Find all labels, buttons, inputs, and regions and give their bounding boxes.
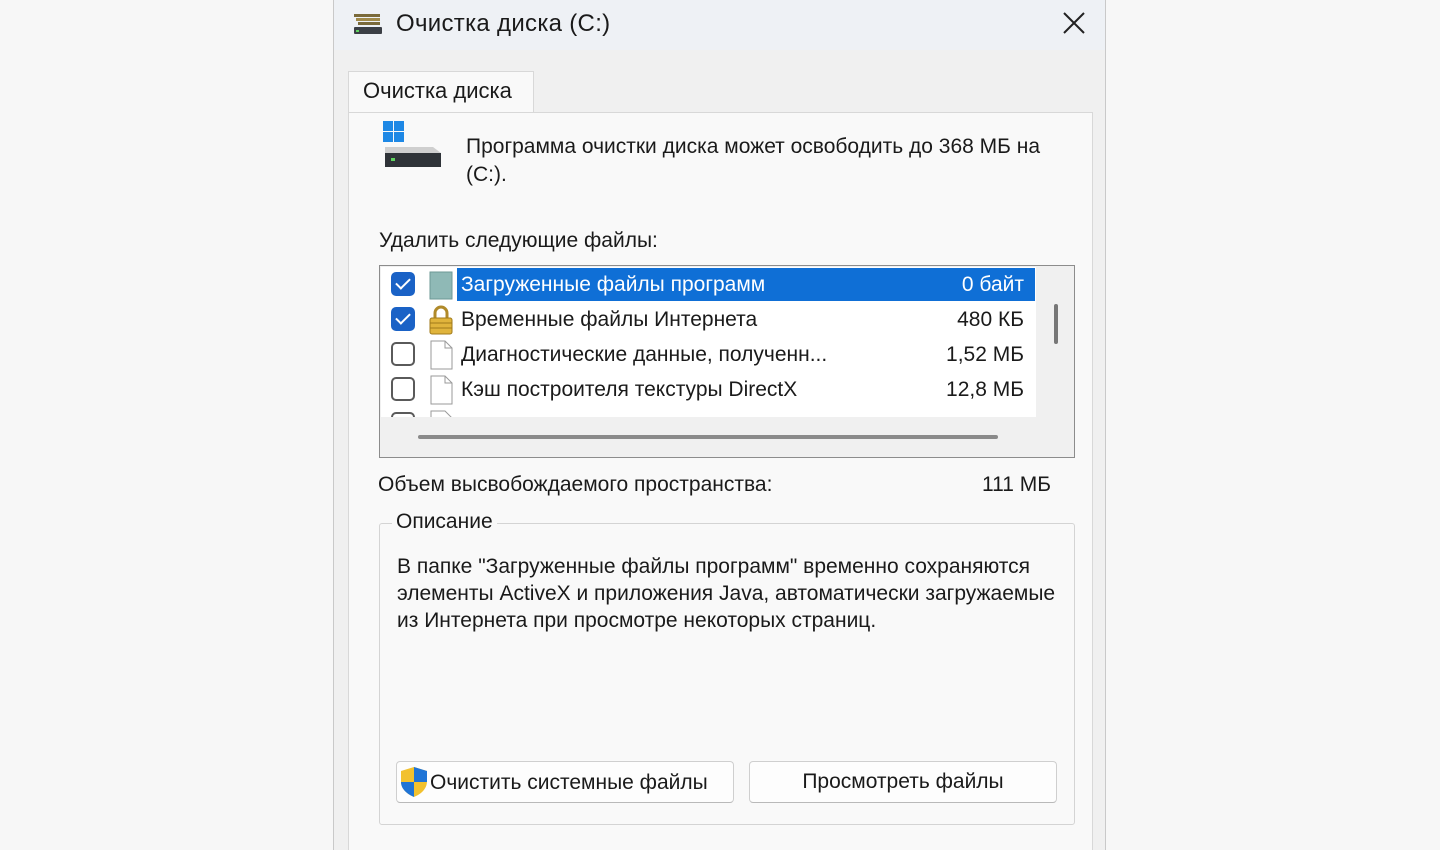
item-label: Кэш построителя текстуры DirectX <box>461 378 798 401</box>
list-item[interactable]: Диагностические данные, полученн... 1,52… <box>381 337 1036 372</box>
item-size: 1,52 МБ <box>946 343 1024 366</box>
files-listbox[interactable]: Загруженные файлы программ 0 байт Времен… <box>379 265 1075 458</box>
clean-system-files-label: Очистить системные файлы <box>430 771 708 794</box>
item-size: 12,8 МБ <box>946 378 1024 401</box>
list-item[interactable]: Временные файлы Интернета 480 КБ <box>381 302 1036 337</box>
drive-icon <box>383 121 441 167</box>
space-value: 111 МБ <box>981 473 1051 496</box>
disk-cleanup-window: Очистка диска (C:) Очистка диска Програм… <box>333 0 1106 850</box>
files-list-label: Удалить следующие файлы: <box>379 229 658 252</box>
view-files-button[interactable]: Просмотреть файлы <box>749 761 1057 803</box>
item-checkbox[interactable] <box>391 342 415 366</box>
tab-disk-cleanup[interactable]: Очистка диска <box>348 71 534 113</box>
item-checkbox[interactable] <box>391 307 415 331</box>
file-icon <box>430 375 453 405</box>
file-icon <box>430 340 453 370</box>
view-files-label: Просмотреть файлы <box>802 770 1004 793</box>
item-checkbox[interactable] <box>391 377 415 401</box>
item-label: Временные файлы Интернета <box>461 308 758 331</box>
title-bar[interactable]: Очистка диска (C:) <box>334 0 1105 50</box>
files-list: Загруженные файлы программ 0 байт Времен… <box>381 267 1036 417</box>
list-item-partial[interactable] <box>381 407 1036 417</box>
file-icon <box>430 410 452 417</box>
folder-icon <box>429 271 453 300</box>
space-label: Объем высвобождаемого пространства: <box>378 473 773 496</box>
item-size: 480 КБ <box>957 308 1024 331</box>
disk-cleanup-app-icon <box>354 14 382 34</box>
list-item[interactable]: Кэш построителя текстуры DirectX 12,8 МБ <box>381 372 1036 407</box>
description-group: Описание В папке "Загруженные файлы прог… <box>379 510 1075 825</box>
list-item[interactable]: Загруженные файлы программ 0 байт <box>381 267 1036 302</box>
horizontal-scrollbar[interactable] <box>418 435 998 439</box>
description-title: Описание <box>392 510 497 534</box>
vertical-scrollbar[interactable] <box>1054 304 1058 344</box>
description-text: В папке "Загруженные файлы программ" вре… <box>397 555 1056 632</box>
item-checkbox[interactable] <box>391 272 415 296</box>
close-button[interactable] <box>1057 6 1091 40</box>
close-icon <box>1063 12 1085 34</box>
intro-text: Программа очистки диска может освободить… <box>466 135 1041 186</box>
item-size: 0 байт <box>961 273 1024 296</box>
item-label: Диагностические данные, полученн... <box>461 343 828 366</box>
lock-icon <box>429 305 453 335</box>
item-checkbox[interactable] <box>391 412 415 417</box>
tab-panel: Программа очистки диска может освободить… <box>348 112 1093 850</box>
uac-shield-icon <box>401 767 427 797</box>
window-title: Очистка диска (C:) <box>396 10 611 37</box>
item-label: Загруженные файлы программ <box>461 273 766 296</box>
clean-system-files-button[interactable]: Очистить системные файлы <box>396 761 734 803</box>
